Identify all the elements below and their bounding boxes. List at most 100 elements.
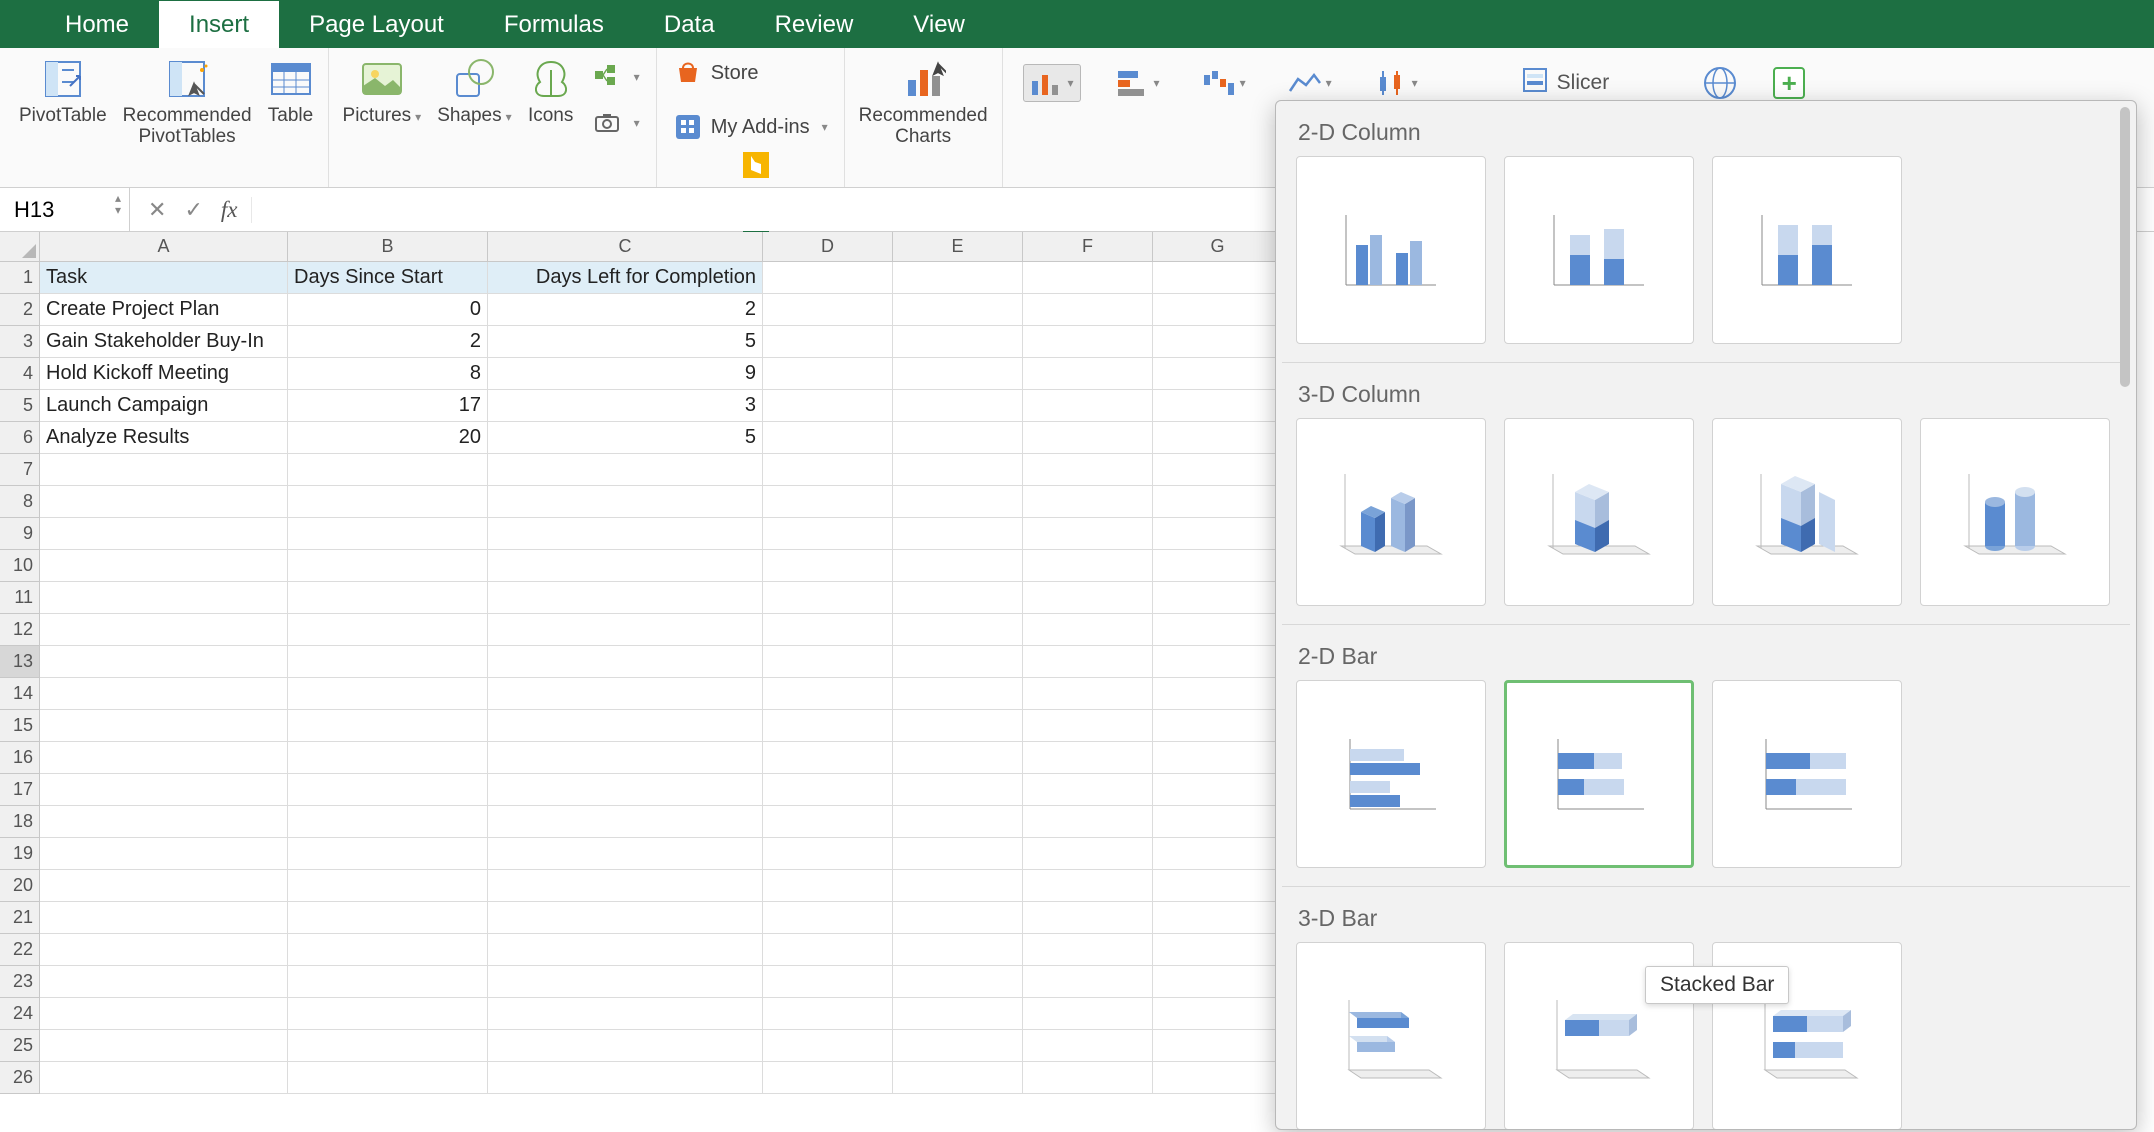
- cell[interactable]: [488, 678, 763, 710]
- cell[interactable]: [288, 678, 488, 710]
- cell[interactable]: [1023, 614, 1153, 646]
- tab-insert[interactable]: Insert: [159, 1, 279, 48]
- cell[interactable]: [488, 998, 763, 1030]
- cell[interactable]: [40, 870, 288, 902]
- row-header-17[interactable]: 17: [0, 774, 40, 806]
- cell[interactable]: [763, 294, 893, 326]
- col-header-B[interactable]: B: [288, 232, 488, 262]
- cell[interactable]: [1023, 870, 1153, 902]
- cell[interactable]: Gain Stakeholder Buy-In: [40, 326, 288, 358]
- cell[interactable]: [1153, 518, 1283, 550]
- chart-thumb[interactable]: [1712, 418, 1902, 606]
- select-all-corner[interactable]: [0, 232, 40, 262]
- cell[interactable]: [40, 934, 288, 966]
- cell[interactable]: [1153, 326, 1283, 358]
- cell[interactable]: [488, 550, 763, 582]
- cell[interactable]: [763, 678, 893, 710]
- cell[interactable]: [40, 550, 288, 582]
- cell[interactable]: [763, 710, 893, 742]
- cell[interactable]: [40, 806, 288, 838]
- cell[interactable]: [893, 390, 1023, 422]
- cell[interactable]: [763, 358, 893, 390]
- chart-thumb[interactable]: [1920, 418, 2110, 606]
- cell[interactable]: [893, 550, 1023, 582]
- row-header-6[interactable]: 6: [0, 422, 40, 454]
- row-header-9[interactable]: 9: [0, 518, 40, 550]
- cell[interactable]: [763, 902, 893, 934]
- line-chart-dropdown[interactable]: ▾: [1281, 64, 1339, 102]
- cell[interactable]: [488, 902, 763, 934]
- cell[interactable]: [893, 486, 1023, 518]
- row-header-22[interactable]: 22: [0, 934, 40, 966]
- cell[interactable]: [763, 774, 893, 806]
- chart-thumb[interactable]: [1504, 418, 1694, 606]
- cell[interactable]: [488, 1030, 763, 1062]
- cell[interactable]: [288, 966, 488, 998]
- cell[interactable]: [288, 838, 488, 870]
- cell[interactable]: [1023, 294, 1153, 326]
- row-header-19[interactable]: 19: [0, 838, 40, 870]
- cell[interactable]: [288, 1062, 488, 1094]
- add-button[interactable]: +: [1773, 67, 1805, 99]
- cell[interactable]: [288, 614, 488, 646]
- col-header-F[interactable]: F: [1023, 232, 1153, 262]
- cell[interactable]: [1153, 1062, 1283, 1094]
- tab-home[interactable]: Home: [35, 1, 159, 48]
- cell[interactable]: [1023, 262, 1153, 294]
- cell[interactable]: [1153, 262, 1283, 294]
- my-addins-button[interactable]: My Add-ins▾: [667, 108, 834, 146]
- col-header-D[interactable]: D: [763, 232, 893, 262]
- chart-thumb[interactable]: [1296, 942, 1486, 1130]
- cell[interactable]: [893, 294, 1023, 326]
- row-header-23[interactable]: 23: [0, 966, 40, 998]
- cell[interactable]: 2: [288, 326, 488, 358]
- cell[interactable]: [763, 806, 893, 838]
- cell[interactable]: [893, 934, 1023, 966]
- cell[interactable]: [40, 582, 288, 614]
- cell[interactable]: [763, 838, 893, 870]
- row-header-1[interactable]: 1: [0, 262, 40, 294]
- cell[interactable]: [1153, 582, 1283, 614]
- cell[interactable]: [288, 582, 488, 614]
- cell[interactable]: [288, 806, 488, 838]
- cell[interactable]: [288, 742, 488, 774]
- cell[interactable]: [893, 966, 1023, 998]
- row-header-18[interactable]: 18: [0, 806, 40, 838]
- cell[interactable]: [1153, 838, 1283, 870]
- tab-page-layout[interactable]: Page Layout: [279, 1, 474, 48]
- cell[interactable]: [893, 358, 1023, 390]
- cell[interactable]: [763, 486, 893, 518]
- cell[interactable]: [40, 774, 288, 806]
- cell[interactable]: Hold Kickoff Meeting: [40, 358, 288, 390]
- cell[interactable]: [1153, 358, 1283, 390]
- pictures-button[interactable]: Pictures▾: [339, 54, 426, 129]
- cell[interactable]: [1153, 742, 1283, 774]
- cell[interactable]: [893, 454, 1023, 486]
- cell[interactable]: [763, 422, 893, 454]
- cell[interactable]: [893, 614, 1023, 646]
- cell[interactable]: [893, 518, 1023, 550]
- cell[interactable]: [1153, 774, 1283, 806]
- row-header-21[interactable]: 21: [0, 902, 40, 934]
- cell[interactable]: [1153, 678, 1283, 710]
- cell[interactable]: [763, 614, 893, 646]
- chart-thumb[interactable]: [1296, 418, 1486, 606]
- row-header-3[interactable]: 3: [0, 326, 40, 358]
- cell[interactable]: [1023, 742, 1153, 774]
- cell[interactable]: 5: [488, 422, 763, 454]
- cell[interactable]: [1153, 934, 1283, 966]
- name-box[interactable]: H13 ▴▾: [0, 188, 130, 231]
- cell[interactable]: Analyze Results: [40, 422, 288, 454]
- shapes-button[interactable]: Shapes▾: [433, 54, 515, 129]
- cell[interactable]: [893, 710, 1023, 742]
- cell[interactable]: [893, 998, 1023, 1030]
- cell[interactable]: [288, 646, 488, 678]
- panel-scrollbar[interactable]: [2118, 107, 2132, 1123]
- screenshot-button[interactable]: ▾: [586, 104, 646, 142]
- cell[interactable]: [288, 934, 488, 966]
- chart-thumb[interactable]: [1296, 680, 1486, 868]
- cell[interactable]: [488, 1062, 763, 1094]
- cell[interactable]: [1153, 1030, 1283, 1062]
- cell[interactable]: [1153, 614, 1283, 646]
- cell[interactable]: [763, 998, 893, 1030]
